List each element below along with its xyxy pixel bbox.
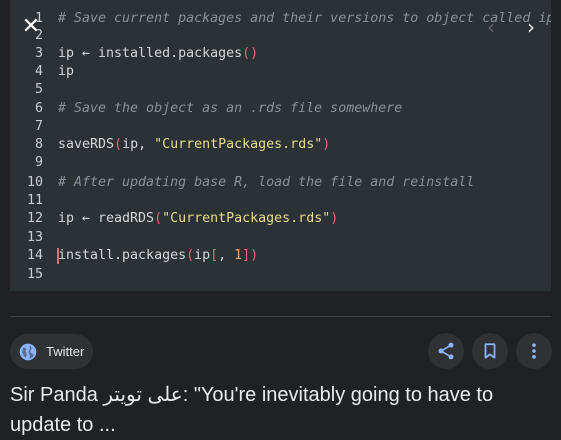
source-chip[interactable]: Twitter (10, 334, 93, 369)
code-text: ip (58, 63, 74, 81)
line-number: 10 (26, 175, 43, 190)
code-text: ip ← installed.packages() (58, 45, 258, 63)
code-token: "CurrentPackages.rds" (154, 137, 323, 152)
code-line: 13 (10, 229, 551, 247)
code-token: ip (58, 64, 75, 79)
code-token: ip ← installed.packages (58, 46, 243, 61)
code-text: # After updating base R, load the file a… (58, 174, 474, 192)
line-number: 6 (34, 101, 43, 116)
code-line: 8 saveRDS(ip, "CurrentPackages.rds") (10, 136, 551, 154)
code-line: 1 # Save current packages and their versi… (10, 10, 551, 28)
bookmark-icon (484, 343, 496, 359)
more-options-button[interactable] (516, 333, 552, 369)
code-line: 7 (10, 118, 551, 136)
line-number: 3 (34, 46, 43, 61)
globe-icon (19, 343, 37, 360)
code-line: 15 (10, 266, 551, 284)
code-token: , (218, 248, 235, 263)
code-token: install.packages (58, 248, 187, 263)
line-number: 12 (26, 211, 43, 226)
code-token: "CurrentPackages.rds" (162, 211, 331, 226)
line-number: 14 (26, 248, 43, 263)
code-line: 5 (10, 81, 551, 99)
code-text: install.packages(ip[, 1]) (58, 247, 258, 265)
line-number: 15 (26, 267, 43, 282)
code-token: # Save current packages and their versio… (58, 11, 551, 26)
result-title[interactable]: Sir Panda على تويتر: "You're inevitably … (10, 380, 555, 440)
code-token: # Save the object as an .rds file somewh… (58, 101, 403, 116)
line-number: 5 (34, 82, 43, 97)
close-icon[interactable]: ✕ (20, 16, 42, 38)
code-token: ( (154, 211, 163, 226)
code-token: ( (114, 137, 123, 152)
code-line: 3 ip ← installed.packages() (10, 45, 551, 63)
code-line: 10 # After updating base R, load the file… (10, 174, 551, 192)
code-text: # Save the object as an .rds file somewh… (58, 100, 402, 118)
code-line: 14 install.packages(ip[, 1]) (10, 247, 551, 265)
code-token: ( (186, 248, 195, 263)
code-token: ip (194, 248, 211, 263)
code-token: () (242, 46, 259, 61)
code-token: ) (322, 137, 331, 152)
line-number: 7 (34, 119, 43, 134)
code-token: 1 (234, 248, 243, 263)
code-line: 9 (10, 154, 551, 172)
code-token: ip, (122, 137, 155, 152)
divider (10, 316, 551, 317)
code-line: 2 (10, 27, 551, 45)
code-token: saveRDS (58, 137, 115, 152)
text-cursor (57, 248, 59, 264)
share-icon (438, 342, 454, 360)
code-line: 4 ip (10, 63, 551, 81)
save-button[interactable] (472, 333, 508, 369)
code-line: 11 (10, 192, 551, 210)
code-line: 6 # Save the object as an .rds file somew… (10, 100, 551, 118)
code-token: ip ← readRDS (58, 211, 155, 226)
code-token: ) (330, 211, 339, 226)
code-line: 12 ip ← readRDS("CurrentPackages.rds") (10, 210, 551, 228)
line-number: 8 (34, 137, 43, 152)
code-image: 1 # Save current packages and their versi… (10, 0, 551, 291)
line-number: 11 (26, 193, 43, 208)
code-text: # Save current packages and their versio… (58, 10, 551, 28)
chevron-left-icon[interactable]: ‹ (480, 15, 502, 39)
code-token: [ (210, 248, 219, 263)
more-vert-icon (532, 343, 536, 359)
code-token: # After updating base R, load the file a… (58, 175, 475, 190)
share-button[interactable] (428, 333, 464, 369)
line-number: 9 (34, 155, 43, 170)
source-label: Twitter (46, 344, 85, 359)
code-token: ]) (242, 248, 259, 263)
line-number: 13 (26, 230, 43, 245)
code-text: ip ← readRDS("CurrentPackages.rds") (58, 210, 338, 228)
line-number: 4 (34, 64, 43, 79)
chevron-right-icon[interactable]: › (520, 15, 542, 39)
code-text: saveRDS(ip, "CurrentPackages.rds") (58, 136, 330, 154)
